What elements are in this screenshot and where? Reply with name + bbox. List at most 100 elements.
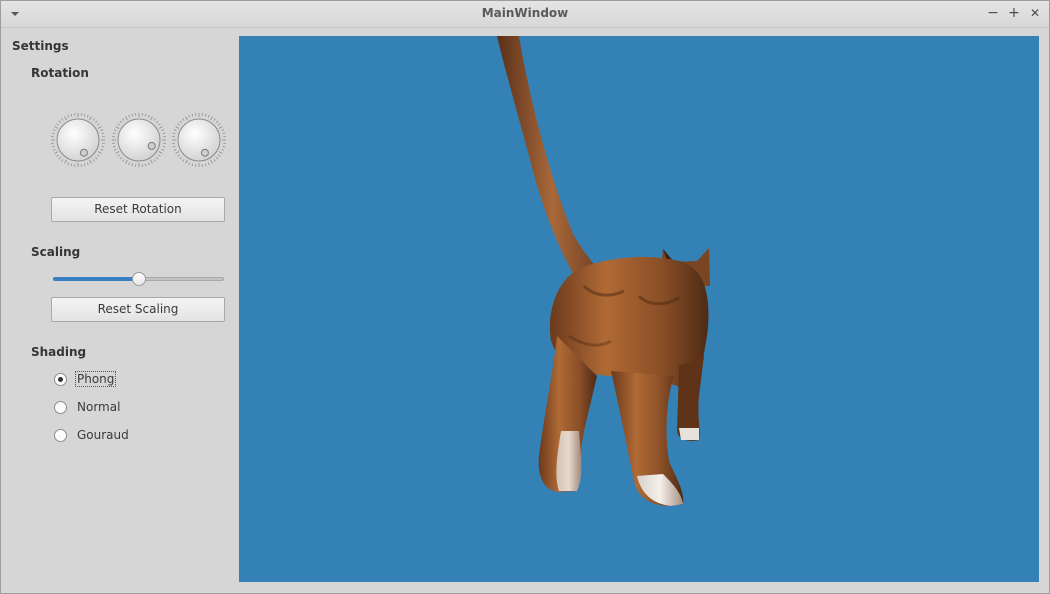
dial-tick [113,129,117,131]
radio-button[interactable] [54,401,67,414]
dial-tick [158,154,161,157]
dial-tick [179,120,182,123]
reset-rotation-button[interactable]: Reset Rotation [51,197,225,222]
dial-tick [172,145,176,148]
dial-tick [83,113,86,117]
dial-tick [144,113,147,117]
dial-tick [56,123,59,126]
minimize-button[interactable]: − [986,6,1000,20]
dial-tick [97,154,100,157]
dial-tick [213,159,216,162]
dial-tick [162,145,166,148]
dial-tick [161,129,165,131]
dial-tick [52,149,56,151]
settings-group-title: Settings [12,39,69,53]
slider-fill [53,277,139,281]
dial-tick [179,157,182,160]
dial-tick [222,132,226,135]
dial-tick [185,159,188,164]
dial-tick [52,129,56,131]
shading-option-label[interactable]: Gouraud [76,428,130,442]
dial-tick [158,151,163,154]
dial-tick [97,126,102,129]
dial-tick [64,116,67,121]
dial-tick [218,123,221,126]
dial-tick [100,149,104,151]
dial-tick [95,120,98,123]
dial-tick [172,132,176,135]
dial-tick [115,151,120,154]
dial-tick [125,159,128,164]
dial-knob[interactable] [177,118,221,162]
radio-button[interactable] [54,373,67,386]
shading-group-title: Shading [31,345,87,359]
dial-tick [208,114,210,118]
dial-tick [210,159,213,164]
dial-tick [112,145,116,148]
dial-tick [191,113,194,117]
dial-knob[interactable] [117,118,161,162]
dial-tick [61,159,64,162]
close-button[interactable]: ✕ [1028,6,1042,20]
dial-tick [144,163,147,167]
dial-tick [175,126,180,129]
dial-tick [95,157,98,160]
dial-tick [175,151,180,154]
dial-tick [122,118,125,121]
dial-tick [208,162,210,166]
dial-tick [70,113,73,117]
dial-tick [61,118,64,121]
dial-tick [204,163,207,167]
maximize-button[interactable]: + [1007,6,1021,20]
dial-tick [173,129,177,131]
cat-model [497,36,710,506]
reset-scaling-button[interactable]: Reset Scaling [51,297,225,322]
opengl-viewport[interactable] [239,36,1039,582]
dial-tick [97,151,102,154]
dial-tick [218,154,221,157]
dial-tick [131,163,134,167]
dial-tick [87,162,89,166]
rotation-y-dial[interactable] [111,112,167,168]
main-window: MainWindow − + ✕ Settings Rotation Reset… [0,0,1050,594]
dial-tick [148,162,150,166]
dial-tick [54,126,59,129]
shading-option-label[interactable]: Normal [76,400,121,414]
dial-tick [218,151,223,154]
dial-indicator [200,148,209,157]
dial-tick [92,118,95,121]
dial-tick [83,163,86,167]
radio-selected-dot [58,377,63,382]
shading-option-label[interactable]: Phong [74,371,117,387]
dial-tick [128,114,130,118]
dial-tick [119,157,122,160]
rotation-x-dial[interactable] [50,112,106,168]
scaling-slider[interactable] [53,271,224,287]
dial-tick [51,145,55,148]
dial-indicator [147,141,156,150]
dial-tick [131,113,134,117]
dial-tick [117,154,120,157]
title-bar[interactable]: MainWindow − + ✕ [1,1,1049,28]
dial-tick [125,116,128,121]
dial-tick [113,149,117,151]
radio-button[interactable] [54,429,67,442]
dial-knob[interactable] [56,118,100,162]
window-title: MainWindow [481,6,569,20]
dial-tick [97,123,100,126]
dial-tick [115,126,120,129]
dial-tick [67,162,69,166]
dial-tick [58,157,61,160]
slider-handle[interactable] [132,272,146,286]
dial-tick [221,149,225,151]
dial-tick [89,159,92,164]
dial-tick [177,123,180,126]
dial-tick [153,159,156,162]
scaling-group-title: Scaling [31,245,81,259]
dial-tick [210,116,213,121]
dial-tick [216,120,219,123]
dial-tick [173,149,177,151]
rotation-z-dial[interactable] [171,112,227,168]
dial-tick [153,118,156,121]
dial-tick [101,145,105,148]
